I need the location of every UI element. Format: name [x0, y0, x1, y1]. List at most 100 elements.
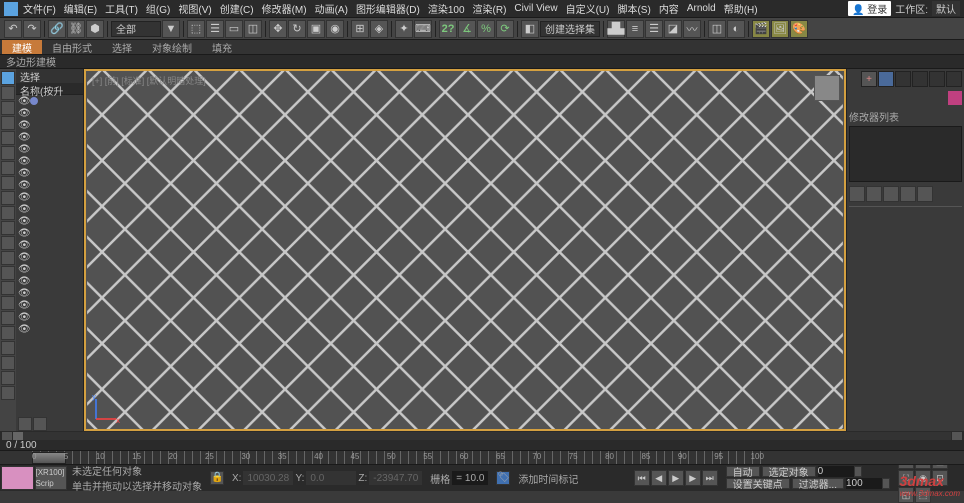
eye-icon[interactable]: 👁	[18, 312, 28, 322]
cmd-tab-display[interactable]	[929, 71, 945, 87]
place-button[interactable]: ◉	[326, 20, 344, 38]
refcoord-button[interactable]: ⊞	[351, 20, 369, 38]
menu-arnold[interactable]: Arnold	[684, 3, 719, 14]
list-item[interactable]: 👁	[16, 323, 83, 335]
unlink-button[interactable]: ⛓	[67, 20, 85, 38]
tool-13[interactable]	[1, 266, 15, 280]
list-item[interactable]: 👁	[16, 287, 83, 299]
material-button[interactable]: ◐	[727, 20, 745, 38]
menu-custom[interactable]: 自定义(U)	[563, 1, 613, 16]
eye-icon[interactable]: 👁	[18, 108, 28, 118]
keymode-button[interactable]: ⌨	[414, 20, 432, 38]
menu-render100[interactable]: 渲染100	[425, 1, 468, 16]
menu-tools[interactable]: 工具(T)	[102, 1, 141, 16]
eye-icon[interactable]: 👁	[18, 132, 28, 142]
list-item[interactable]: 👁	[16, 167, 83, 179]
tool-18[interactable]	[1, 341, 15, 355]
workspace-dropdown[interactable]: 默认	[932, 1, 960, 16]
rotate-button[interactable]: ↻	[288, 20, 306, 38]
eye-icon[interactable]: 👁	[18, 96, 28, 106]
menu-edit[interactable]: 编辑(E)	[61, 1, 100, 16]
layer-button[interactable]: ☰	[645, 20, 663, 38]
time-tag-icon[interactable]: 🏷	[496, 471, 510, 485]
list-item[interactable]: 👁	[16, 251, 83, 263]
tool-1[interactable]	[1, 86, 15, 100]
cmd-tab-hierarchy[interactable]	[895, 71, 911, 87]
select-rect-button[interactable]: ▭	[225, 20, 243, 38]
mini-listener-1[interactable]	[1, 466, 34, 490]
cmd-tab-create[interactable]: +	[861, 71, 877, 87]
tool-3[interactable]	[1, 116, 15, 130]
add-time-tag[interactable]: 添加时间标记	[518, 471, 578, 486]
cmd-tab-utility[interactable]	[946, 71, 962, 87]
align-button[interactable]: ≡	[626, 20, 644, 38]
link-button[interactable]: 🔗	[48, 20, 66, 38]
tool-15[interactable]	[1, 296, 15, 310]
menu-view[interactable]: 视图(V)	[175, 1, 214, 16]
snap-spinner-button[interactable]: ⟳	[496, 20, 514, 38]
eye-icon[interactable]: 👁	[18, 240, 28, 250]
menu-render[interactable]: 渲染(R)	[470, 1, 510, 16]
menu-script[interactable]: 脚本(S)	[614, 1, 653, 16]
tool-12[interactable]	[1, 251, 15, 265]
select-button[interactable]: ⬚	[187, 20, 205, 38]
snap2d-button[interactable]: 2?	[439, 20, 457, 38]
curve-button[interactable]: 〰	[683, 20, 701, 38]
render-frame-button[interactable]: 🖼	[771, 20, 789, 38]
ribbon-tab-paint[interactable]: 对象绘制	[142, 40, 202, 54]
list-item[interactable]: 👁	[16, 227, 83, 239]
object-color-swatch[interactable]	[948, 91, 962, 105]
scroll-thumb[interactable]	[13, 432, 23, 440]
tool-7[interactable]	[1, 176, 15, 190]
stack-remove-button[interactable]	[900, 186, 916, 202]
select-window-button[interactable]: ◫	[244, 20, 262, 38]
snap-percent-button[interactable]: %	[477, 20, 495, 38]
tool-4[interactable]	[1, 131, 15, 145]
edit-named-button[interactable]: ◧	[521, 20, 539, 38]
cmd-tab-modify[interactable]	[878, 71, 894, 87]
tool-8[interactable]	[1, 191, 15, 205]
stack-config-button[interactable]	[917, 186, 933, 202]
cmd-tab-motion[interactable]	[912, 71, 928, 87]
filter-button[interactable]: ▼	[162, 20, 180, 38]
tool-16[interactable]	[1, 311, 15, 325]
goto-start-button[interactable]: ⏮	[634, 470, 650, 486]
tool-10[interactable]	[1, 221, 15, 235]
menu-civil[interactable]: Civil View	[511, 3, 560, 14]
render-button[interactable]: 🎨	[790, 20, 808, 38]
snap-angle-button[interactable]: ∡	[458, 20, 476, 38]
menu-group[interactable]: 组(G)	[143, 1, 173, 16]
list-item[interactable]: 👁	[16, 119, 83, 131]
stack-show-button[interactable]	[866, 186, 882, 202]
eye-icon[interactable]: 👁	[18, 120, 28, 130]
scroll-left-icon[interactable]	[2, 432, 12, 440]
eye-icon[interactable]: 👁	[18, 144, 28, 154]
mirror-button[interactable]: ▟▙	[607, 20, 625, 38]
setkey-button[interactable]: 设置关键点	[726, 478, 790, 489]
select-name-button[interactable]: ☰	[206, 20, 224, 38]
list-item[interactable]: 👁	[16, 299, 83, 311]
modifier-stack[interactable]	[849, 126, 962, 182]
list-item[interactable]: 👁	[16, 179, 83, 191]
eye-icon[interactable]: 👁	[18, 264, 28, 274]
spinner-icon[interactable]	[854, 466, 862, 477]
eye-icon[interactable]: 👁	[18, 192, 28, 202]
ribbon-tab-select[interactable]: 选择	[102, 40, 142, 54]
stack-pin-button[interactable]	[849, 186, 865, 202]
list-item[interactable]: 👁	[16, 107, 83, 119]
ribbon-tab-freeform[interactable]: 自由形式	[42, 40, 102, 54]
scroll-right-icon[interactable]	[952, 432, 962, 440]
viewport-label[interactable]: [+] [前] [标准] [默认明暗处理]	[92, 74, 206, 87]
pivot-button[interactable]: ◈	[370, 20, 388, 38]
manip-button[interactable]: ✦	[395, 20, 413, 38]
eye-icon[interactable]: 👁	[18, 168, 28, 178]
menu-content[interactable]: 内容	[656, 1, 682, 16]
eye-icon[interactable]: 👁	[18, 204, 28, 214]
eye-icon[interactable]: 👁	[18, 180, 28, 190]
tool-9[interactable]	[1, 206, 15, 220]
menu-create[interactable]: 创建(C)	[217, 1, 257, 16]
z-input[interactable]: -23947.70	[369, 471, 422, 485]
render-setup-button[interactable]: 🎬	[752, 20, 770, 38]
time-slider[interactable]: 0510152025303540455055606570758085909510…	[0, 451, 964, 465]
ribbon-tab-fill[interactable]: 填充	[202, 40, 242, 54]
